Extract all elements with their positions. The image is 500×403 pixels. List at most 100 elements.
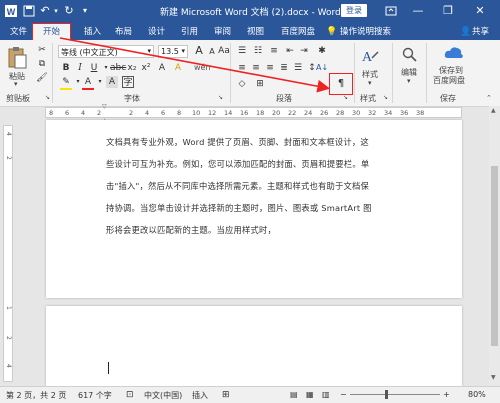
underline-icon[interactable]: U <box>88 62 100 74</box>
clipboard-launcher-icon[interactable]: ↘ <box>45 94 50 101</box>
sort-icon[interactable]: A↓ <box>316 62 328 74</box>
text-effects-icon[interactable]: A <box>172 62 184 74</box>
font-color-dropdown-icon[interactable]: ▾ <box>94 76 106 88</box>
tab-references[interactable]: 引用 <box>179 25 200 40</box>
editing-dropdown-icon[interactable]: ▾ <box>407 77 411 85</box>
paragraph-line[interactable]: 些设计可互为补充。例如，您可以添加匹配的封面、页眉和提要栏。单 <box>106 158 369 170</box>
bold-icon[interactable]: B <box>60 62 72 74</box>
superscript-icon[interactable]: x² <box>140 62 152 74</box>
chevron-down-icon[interactable]: ▾ <box>147 47 151 55</box>
zoom-out-icon[interactable]: − <box>340 390 347 399</box>
tab-baidu-netdisk[interactable]: 百度网盘 <box>279 25 317 40</box>
zoom-slider-thumb[interactable] <box>385 390 388 399</box>
font-launcher-icon[interactable]: ↘ <box>218 94 223 101</box>
undo-icon[interactable]: ↶ <box>38 4 52 18</box>
justify-icon[interactable]: ≣ <box>278 62 290 74</box>
tab-design[interactable]: 设计 <box>146 25 167 40</box>
change-case-icon[interactable]: Aa <box>218 45 230 57</box>
page-1[interactable]: 文档具有专业外观，Word 提供了页眉、页脚、封面和文本框设计，这 些设计可互为… <box>46 120 462 298</box>
vertical-scrollbar[interactable]: ▲ ▼ <box>489 106 500 386</box>
web-layout-icon[interactable]: ▥ <box>322 390 330 399</box>
align-center-icon[interactable]: ≡ <box>250 62 262 74</box>
chevron-down-icon[interactable]: ▾ <box>181 47 185 55</box>
redo-icon[interactable]: ↻ <box>62 4 76 18</box>
font-color-icon[interactable]: A <box>82 76 94 88</box>
styles-launcher-icon[interactable]: ↘ <box>383 94 388 101</box>
decrease-indent-icon[interactable]: ⇤ <box>284 45 296 57</box>
paste-icon[interactable] <box>6 46 28 70</box>
paragraph-line[interactable]: 形将会更改以匹配新的主题。当应用样式时， <box>106 224 276 236</box>
strikethrough-icon[interactable]: abc <box>110 62 126 74</box>
cut-icon[interactable]: ✂ <box>36 44 48 56</box>
clear-formatting-icon[interactable]: A <box>156 62 168 74</box>
horizontal-ruler[interactable]: 8 6 4 2 2 4 6 8 10 12 14 16 18 20 22 24 26 28 30 32 34 36 38 <box>45 107 462 118</box>
insert-mode-status[interactable]: 插入 <box>192 390 208 401</box>
tab-review[interactable]: 审阅 <box>212 25 233 40</box>
borders-icon[interactable]: ⊞ <box>254 78 266 90</box>
baidu-cloud-icon[interactable] <box>443 44 465 62</box>
chinese-layout-icon[interactable]: ✱ <box>316 45 328 57</box>
restore-button[interactable]: ❐ <box>437 2 459 20</box>
phonetic-guide-icon[interactable]: wén <box>194 62 211 74</box>
zoom-in-icon[interactable]: + <box>443 390 450 399</box>
paragraph-line[interactable]: 持协调。当您单击设计并选择新的主题时，图片、图表或 SmartArt 图 <box>106 202 372 214</box>
character-shading-icon[interactable]: A <box>106 76 118 88</box>
collapse-ribbon-icon[interactable]: ⌃ <box>486 94 492 102</box>
ribbon-display-options-icon[interactable] <box>380 2 402 20</box>
font-name-select[interactable]: 等线 (中文正文) ▾ <box>58 45 154 58</box>
save-to-baidu-label-2[interactable]: 百度网盘 <box>433 75 465 86</box>
increase-indent-icon[interactable]: ⇥ <box>298 45 310 57</box>
tab-layout[interactable]: 布局 <box>113 25 134 40</box>
shading-icon[interactable]: ◇ <box>236 78 248 90</box>
accessibility-icon[interactable]: ⊞ <box>222 390 230 400</box>
distributed-icon[interactable]: ☰ <box>292 62 304 74</box>
text-highlight-icon[interactable]: ✎ <box>60 76 72 88</box>
page-count[interactable]: 第 2 页，共 2 页 <box>6 390 66 401</box>
styles-icon[interactable]: A <box>360 46 380 66</box>
format-painter-icon[interactable]: 🖌 <box>36 72 48 84</box>
copy-icon[interactable]: ⧉ <box>36 58 48 70</box>
zoom-level[interactable]: 80% <box>468 390 486 399</box>
paragraph-line[interactable]: 文档具有专业外观，Word 提供了页眉、页脚、封面和文本框设计，这 <box>106 136 369 148</box>
print-layout-icon[interactable]: ▦ <box>306 390 314 399</box>
italic-icon[interactable]: I <box>74 62 86 74</box>
tab-file[interactable]: 文件 <box>8 25 29 40</box>
vertical-ruler[interactable]: 4 2 1 2 4 <box>3 125 13 382</box>
paste-dropdown-icon[interactable]: ▾ <box>14 80 18 88</box>
align-right-icon[interactable]: ≡ <box>264 62 276 74</box>
tell-me-search[interactable]: 操作说明搜索 <box>338 25 393 40</box>
styles-dropdown-icon[interactable]: ▾ <box>368 79 372 87</box>
show-hide-marks-icon[interactable]: ¶ <box>335 78 347 90</box>
paragraph-line[interactable]: 击"插入"，然后从不同库中选择所需元素。主题和样式也有助于文档保 <box>106 180 369 192</box>
grow-font-icon[interactable]: A <box>193 45 205 57</box>
language-status[interactable]: 中文(中国) <box>144 390 182 401</box>
scrollbar-thumb[interactable] <box>491 166 498 346</box>
editing-icon[interactable] <box>401 46 419 64</box>
word-count[interactable]: 617 个字 <box>78 390 112 401</box>
scroll-down-icon[interactable]: ▼ <box>491 374 496 381</box>
first-line-indent-icon[interactable]: ▽ <box>102 103 107 110</box>
bullets-icon[interactable]: ☰ <box>236 45 248 57</box>
save-icon[interactable] <box>22 4 36 18</box>
subscript-icon[interactable]: x₂ <box>126 62 138 74</box>
customize-quick-access-icon[interactable]: ▾ <box>78 4 92 18</box>
close-button[interactable]: ✕ <box>469 2 491 20</box>
align-left-icon[interactable]: ≡ <box>236 62 248 74</box>
scroll-up-icon[interactable]: ▲ <box>491 107 496 114</box>
numbering-icon[interactable]: ☷ <box>252 45 264 57</box>
zoom-slider[interactable] <box>350 394 440 395</box>
tab-home[interactable]: 开始 <box>32 23 72 41</box>
read-mode-icon[interactable]: ▤ <box>290 390 298 399</box>
tab-insert[interactable]: 插入 <box>82 25 103 40</box>
enclose-characters-icon[interactable]: 字 <box>122 76 134 88</box>
minimize-button[interactable]: — <box>407 2 429 20</box>
proofing-icon[interactable]: ⊡ <box>126 390 134 400</box>
shrink-font-icon[interactable]: A <box>206 46 218 58</box>
login-button[interactable]: 登录 <box>341 4 367 17</box>
font-size-select[interactable]: 13.5 ▾ <box>158 45 188 58</box>
tab-view[interactable]: 视图 <box>245 25 266 40</box>
share-button[interactable]: 共享 <box>470 25 491 40</box>
multilevel-list-icon[interactable]: ≡ <box>268 45 280 57</box>
paragraph-launcher-icon[interactable]: ↘ <box>343 94 348 101</box>
undo-dropdown-icon[interactable]: ▾ <box>52 4 60 18</box>
